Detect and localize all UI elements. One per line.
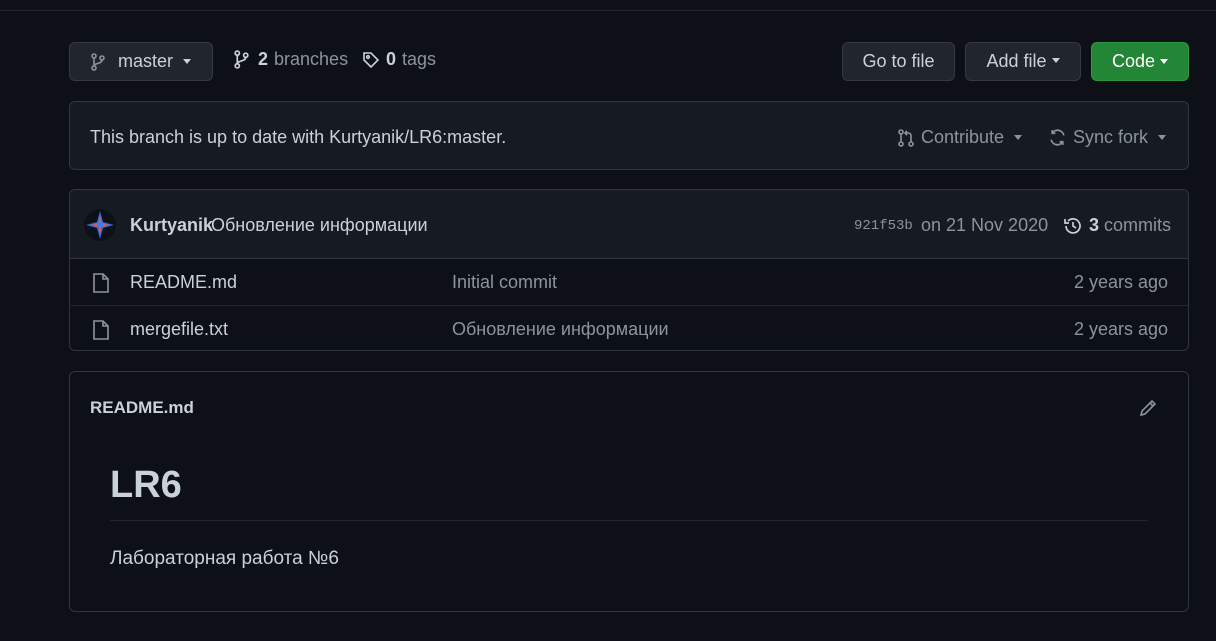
history-icon: [1064, 217, 1081, 234]
sync-icon: [1050, 129, 1065, 146]
branch-name: master: [118, 51, 174, 71]
code-label: Code: [1111, 51, 1156, 71]
header-divider: [0, 10, 1216, 11]
branches-count: 2: [258, 49, 269, 69]
chevron-down-icon: [1014, 135, 1023, 140]
pencil-icon[interactable]: [1138, 398, 1158, 418]
go-to-file-button[interactable]: Go to file: [842, 42, 955, 81]
tags-label: tags: [402, 49, 437, 69]
avatar[interactable]: [84, 209, 116, 241]
chevron-down-icon: [1051, 57, 1060, 63]
chevron-down-icon: [183, 59, 192, 64]
readme-panel: README.md LR6 Лабораторная работа №6: [69, 371, 1189, 612]
code-button[interactable]: Code: [1091, 42, 1189, 81]
sync-fork-label: Sync fork: [1073, 127, 1149, 147]
commits-count: 3: [1089, 215, 1100, 235]
file-row[interactable]: mergefile.txt Обновление информации 2 ye…: [70, 305, 1188, 350]
readme-paragraph: Лабораторная работа №6: [110, 548, 339, 569]
file-icon: [93, 320, 109, 340]
git-branch-icon: [234, 50, 249, 69]
add-file-label: Add file: [986, 51, 1047, 71]
commit-message[interactable]: Обновление информации: [211, 215, 428, 236]
go-to-file-label: Go to file: [862, 51, 935, 71]
file-name[interactable]: mergefile.txt: [130, 319, 228, 340]
readme-heading-divider: [110, 520, 1148, 521]
pull-request-icon: [898, 128, 914, 147]
file-age: 2 years ago: [1073, 272, 1168, 292]
branch-select-button[interactable]: master: [69, 42, 213, 81]
file-list: Kurtyanik Обновление информации 921f53b …: [69, 189, 1189, 351]
branches-label: branches: [274, 49, 349, 69]
commits-label: commits: [1104, 215, 1172, 235]
sync-fork-button[interactable]: Sync fork: [1048, 127, 1167, 148]
branches-link[interactable]: 2 branches: [233, 49, 348, 70]
file-icon: [93, 273, 109, 293]
file-age: 2 years ago: [1073, 319, 1168, 339]
chevron-down-icon: [1158, 135, 1167, 140]
readme-heading: LR6: [110, 464, 182, 506]
commit-author[interactable]: Kurtyanik: [130, 215, 213, 236]
file-commit-message[interactable]: Обновление информации: [452, 319, 669, 340]
file-commit-message[interactable]: Initial commit: [452, 272, 557, 293]
file-row[interactable]: README.md Initial commit 2 years ago: [70, 259, 1188, 305]
tags-link[interactable]: 0 tags: [362, 49, 436, 70]
tags-count: 0: [386, 49, 397, 69]
chevron-down-icon: [1160, 59, 1169, 64]
commits-history-link[interactable]: 3 commits: [1063, 215, 1171, 236]
branch-status-text: This branch is up to date with Kurtyanik…: [90, 127, 507, 147]
tag-icon: [363, 51, 380, 68]
branch-status-box: This branch is up to date with Kurtyanik…: [69, 101, 1189, 170]
latest-commit-row: Kurtyanik Обновление информации 921f53b …: [70, 190, 1188, 259]
add-file-button[interactable]: Add file: [965, 42, 1081, 81]
contribute-button[interactable]: Contribute: [897, 127, 1023, 148]
commit-date: on 21 Nov 2020: [921, 215, 1049, 235]
file-name[interactable]: README.md: [130, 272, 237, 293]
git-branch-icon: [91, 52, 105, 71]
readme-title[interactable]: README.md: [90, 398, 194, 418]
contribute-label: Contribute: [921, 127, 1005, 147]
commit-sha[interactable]: 921f53b: [854, 218, 913, 234]
